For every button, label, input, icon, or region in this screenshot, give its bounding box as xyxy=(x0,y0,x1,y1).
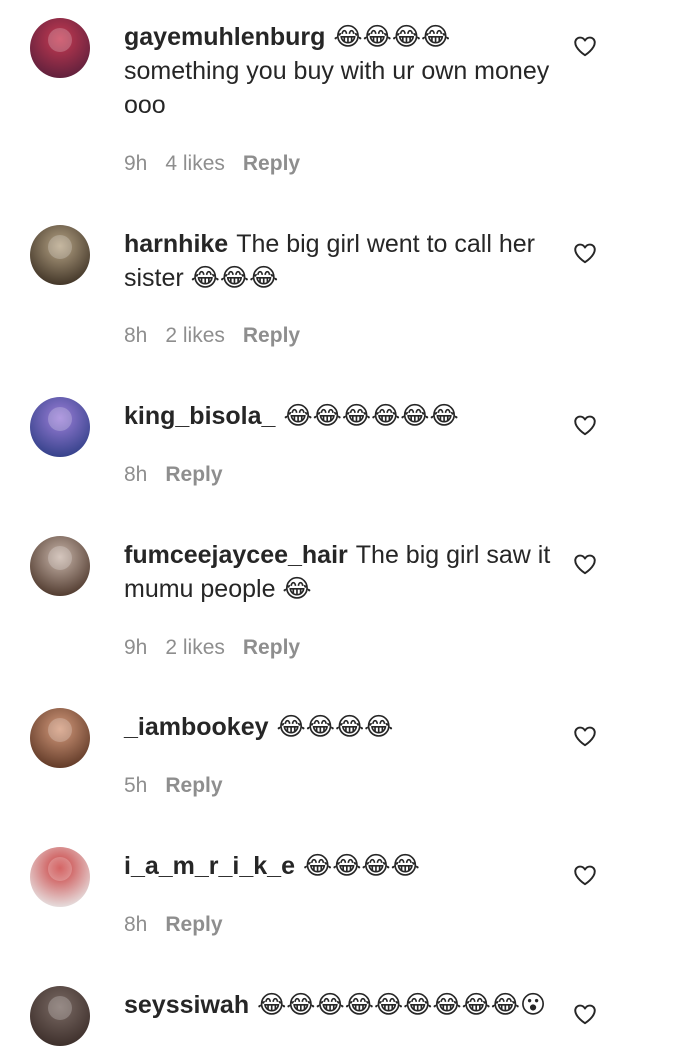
heart-outline-icon[interactable] xyxy=(572,551,598,577)
comment-list: gayemuhlenburg 😂😂😂😂 something you buy wit… xyxy=(0,0,675,1063)
comment-likes[interactable]: 2 likes xyxy=(165,324,225,347)
avatar[interactable] xyxy=(30,18,90,78)
comment-meta: 8h 2 likes Reply xyxy=(124,322,318,350)
comment-username[interactable]: harnhike xyxy=(124,230,228,258)
avatar[interactable] xyxy=(30,397,90,457)
comment-time: 8h xyxy=(124,463,148,486)
comment-body: 😂😂😂😂 xyxy=(276,713,394,741)
comment-text: i_a_m_r_i_k_e 😂😂😂😂 xyxy=(124,849,554,883)
reply-button[interactable]: Reply xyxy=(165,774,222,797)
comment-meta: 8h Reply xyxy=(124,461,241,489)
heart-outline-icon[interactable] xyxy=(572,1001,598,1027)
heart-outline-icon[interactable] xyxy=(572,240,598,266)
heart-outline-icon[interactable] xyxy=(572,723,598,749)
comment-meta: 9h 4 likes Reply xyxy=(124,150,318,178)
comment-meta: 8h Reply xyxy=(124,911,241,939)
comment-username[interactable]: fumceejaycee_hair xyxy=(124,541,348,569)
avatar[interactable] xyxy=(30,986,90,1046)
comment-likes[interactable]: 2 likes xyxy=(165,636,225,659)
comment-likes[interactable]: 4 likes xyxy=(165,152,225,175)
comment-time: 9h xyxy=(124,636,148,659)
comment-body: 😂😂😂😂😂😂 xyxy=(283,402,459,430)
heart-outline-icon[interactable] xyxy=(572,33,598,59)
comment-time: 9h xyxy=(124,152,148,175)
comment-meta: 9h 2 likes Reply xyxy=(124,634,318,662)
comment-username[interactable]: gayemuhlenburg xyxy=(124,23,325,51)
avatar[interactable] xyxy=(30,847,90,907)
comment-text: _iambookey 😂😂😂😂 xyxy=(124,710,554,744)
heart-outline-icon[interactable] xyxy=(572,412,598,438)
avatar[interactable] xyxy=(30,536,90,596)
comment-username[interactable]: _iambookey xyxy=(124,713,269,741)
comment-body: 😂😂😂😂😂😂😂😂😂😮 xyxy=(257,991,547,1019)
reply-button[interactable]: Reply xyxy=(243,152,300,175)
reply-button[interactable]: Reply xyxy=(243,636,300,659)
avatar[interactable] xyxy=(30,708,90,768)
comment-username[interactable]: i_a_m_r_i_k_e xyxy=(124,852,295,880)
comment-username[interactable]: king_bisola_ xyxy=(124,402,275,430)
reply-button[interactable]: Reply xyxy=(165,913,222,936)
comment-time: 8h xyxy=(124,913,148,936)
comment-time: 5h xyxy=(124,774,148,797)
reply-button[interactable]: Reply xyxy=(243,324,300,347)
comment-text: harnhike The big girl went to call her si… xyxy=(124,227,554,295)
comment-text: fumceejaycee_hair The big girl saw it mum… xyxy=(124,538,554,606)
reply-button[interactable]: Reply xyxy=(165,463,222,486)
avatar[interactable] xyxy=(30,225,90,285)
heart-outline-icon[interactable] xyxy=(572,862,598,888)
comment-text: king_bisola_ 😂😂😂😂😂😂 xyxy=(124,399,554,433)
comment-username[interactable]: seyssiwah xyxy=(124,991,249,1019)
comment-text: seyssiwah 😂😂😂😂😂😂😂😂😂😮 xyxy=(124,988,554,1022)
comment-meta: 5h Reply xyxy=(124,772,241,800)
comment-text: gayemuhlenburg 😂😂😂😂 something you buy wit… xyxy=(124,20,554,122)
comment-body: 😂😂😂😂 xyxy=(302,852,420,880)
comment-time: 8h xyxy=(124,324,148,347)
